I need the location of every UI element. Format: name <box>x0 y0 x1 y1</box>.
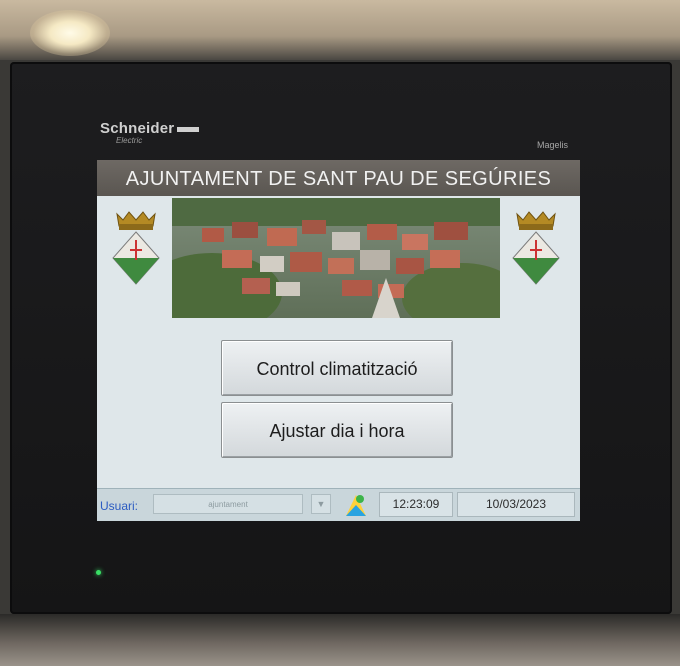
user-label: Usuari: <box>100 499 139 513</box>
user-login-icon[interactable] <box>344 491 368 518</box>
hmi-screen: AJUNTAMENT DE SANT PAU DE SEGÚRIES Contr… <box>97 160 580 521</box>
page-title: AJUNTAMENT DE SANT PAU DE SEGÚRIES <box>97 160 580 196</box>
clock-time: 12:23:09 <box>379 492 453 517</box>
brand-logo: Schneider <box>100 120 200 137</box>
lower-background <box>0 614 680 666</box>
chevron-down-icon[interactable]: ▼ <box>311 494 331 514</box>
user-select[interactable]: ajuntament <box>153 494 303 514</box>
ceiling-light <box>30 10 110 56</box>
brand-subtitle: Electric <box>116 136 143 145</box>
model-name: Magelis <box>537 140 569 150</box>
power-led <box>96 570 101 575</box>
clock-date: 10/03/2023 <box>457 492 575 517</box>
status-bar: Usuari: ajuntament ▼ 12:23:09 10/03/2023 <box>97 488 580 521</box>
set-date-time-button[interactable]: Ajustar dia i hora <box>221 402 453 458</box>
coat-of-arms-icon <box>512 211 560 285</box>
climate-control-button[interactable]: Control climatització <box>221 340 453 396</box>
town-photo <box>172 198 500 318</box>
coat-of-arms-icon <box>112 211 160 285</box>
